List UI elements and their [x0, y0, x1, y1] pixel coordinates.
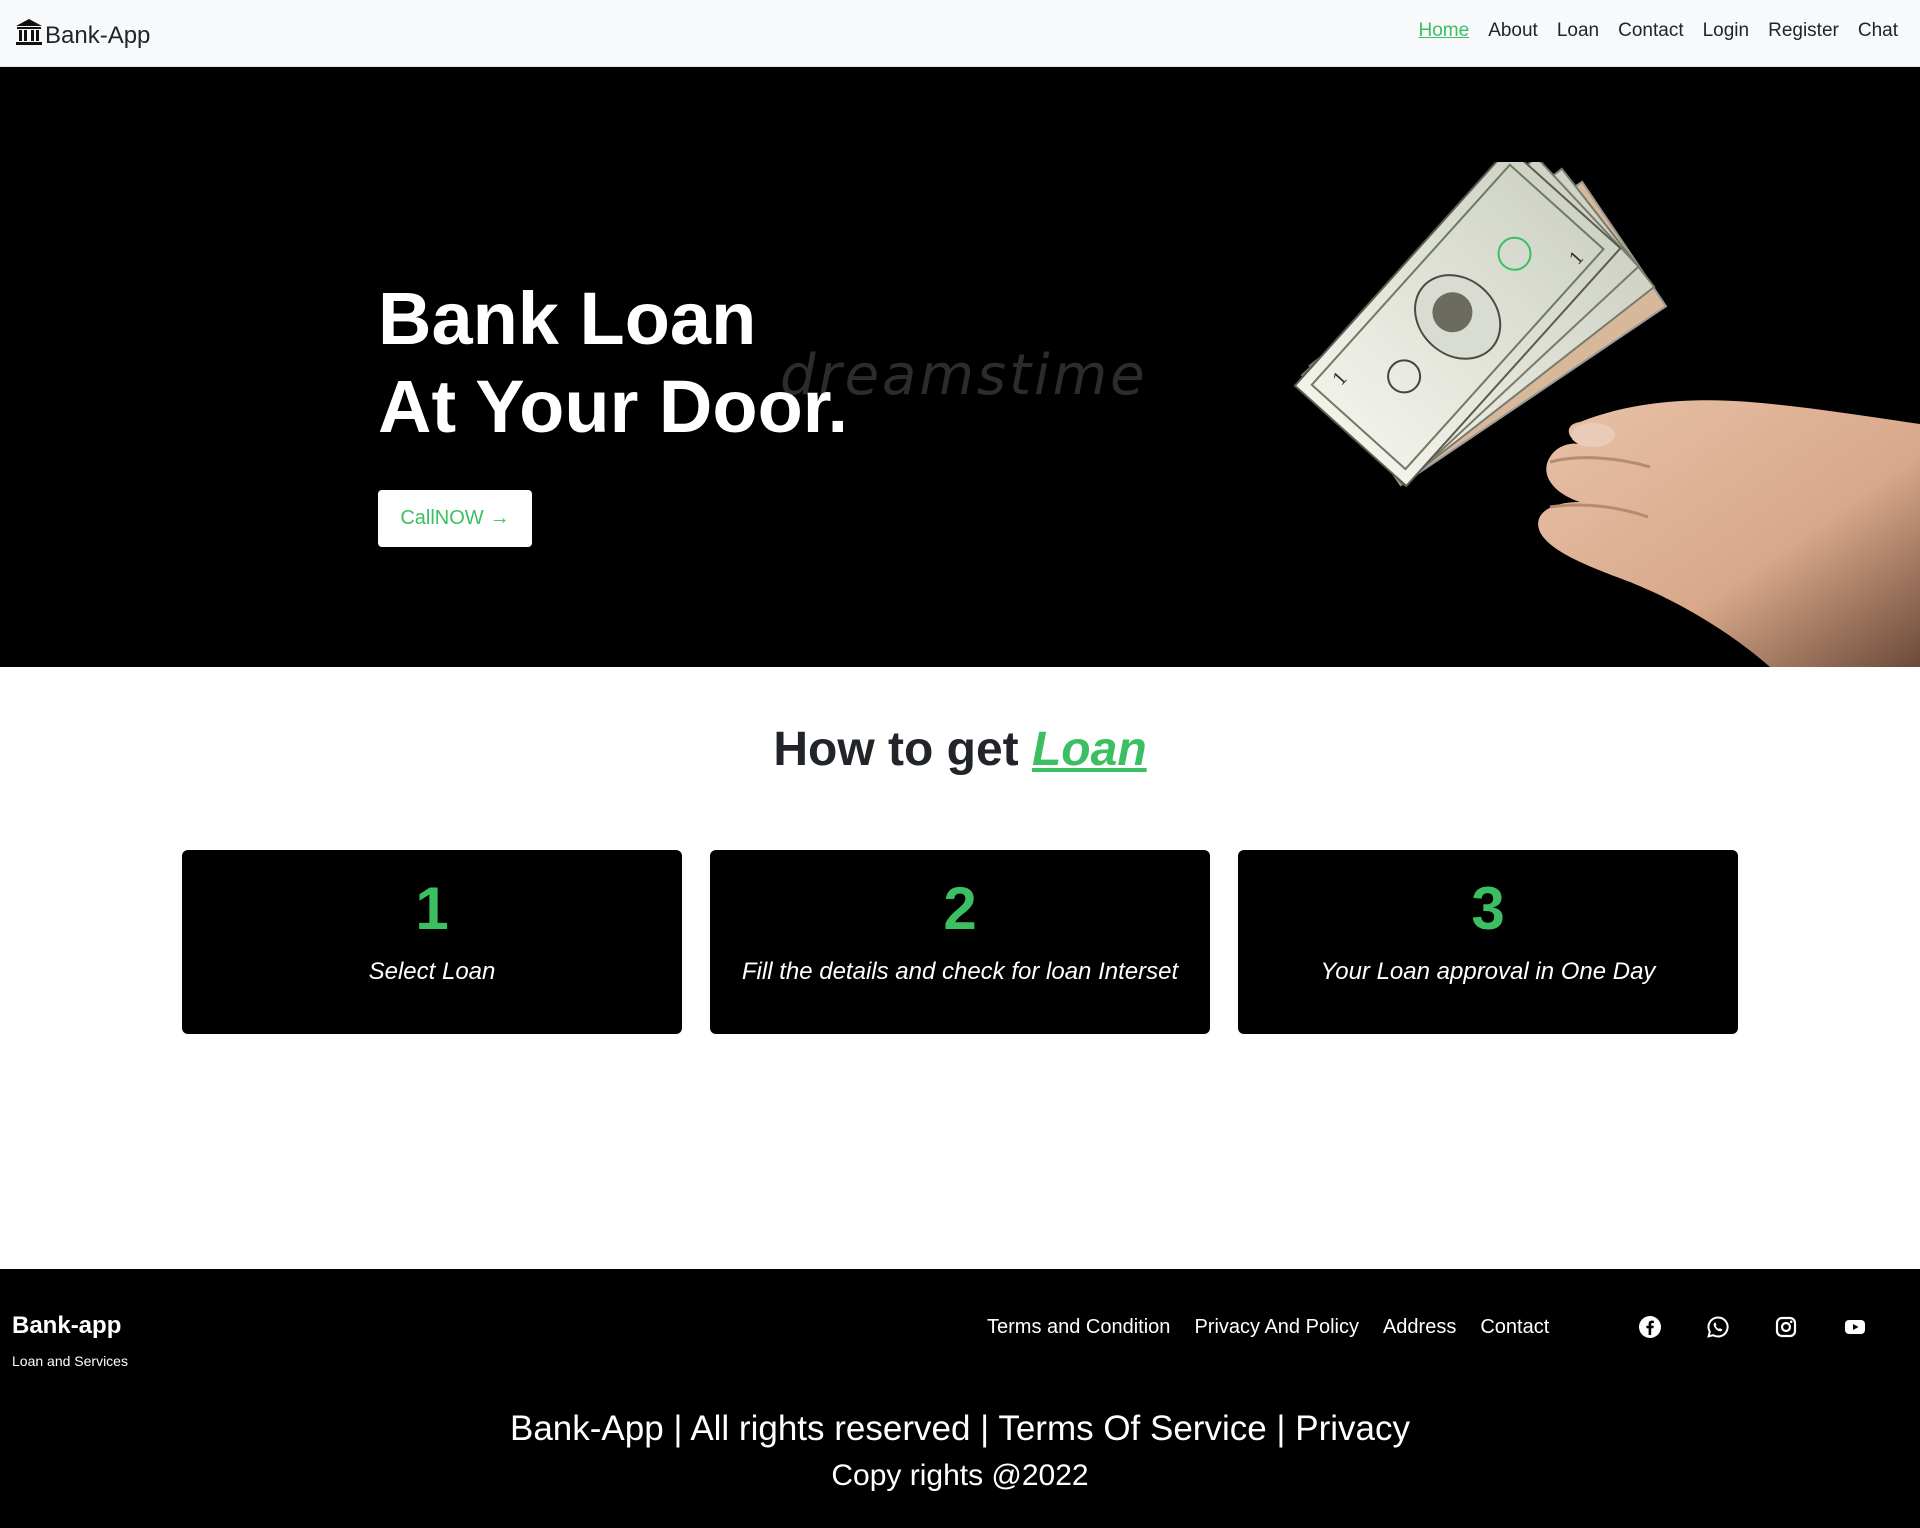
nav-loan[interactable]: Loan	[1557, 20, 1599, 42]
youtube-icon[interactable]	[1843, 1315, 1867, 1339]
nav-register[interactable]: Register	[1768, 20, 1839, 42]
footer-tagline: Loan and Services	[12, 1353, 128, 1369]
hero-banner: Bank Loan At Your Door. dreamstime CallN…	[0, 67, 1920, 667]
callnow-button[interactable]: CallNOW →	[378, 490, 532, 547]
how-title-accent: Loan	[1031, 723, 1147, 776]
watermark: dreamstime	[780, 343, 1148, 408]
nav-about[interactable]: About	[1488, 20, 1538, 42]
footer: Bank-app Loan and Services Terms and Con…	[0, 1269, 1920, 1528]
footer-link-terms[interactable]: Terms and Condition	[987, 1316, 1170, 1339]
brand-name: Bank-App	[45, 21, 151, 49]
arrow-right-icon: →	[489, 507, 510, 529]
callnow-label: CallNOW	[400, 507, 484, 529]
nav-links: Home About Loan Contact Login Register C…	[1400, 20, 1899, 42]
nav-home[interactable]: Home	[1419, 20, 1470, 42]
footer-link-address[interactable]: Address	[1383, 1316, 1456, 1339]
footer-link-contact[interactable]: Contact	[1480, 1316, 1549, 1339]
step-card-1: 1 Select Loan	[182, 850, 682, 1034]
footer-link-privacy[interactable]: Privacy And Policy	[1194, 1316, 1359, 1339]
nav-login[interactable]: Login	[1703, 20, 1750, 42]
step-card-2: 2 Fill the details and check for loan In…	[710, 850, 1210, 1034]
footer-brand: Bank-app	[12, 1312, 122, 1339]
nav-contact[interactable]: Contact	[1618, 20, 1683, 42]
navbar: Bank-App Home About Loan Contact Login R…	[0, 0, 1920, 67]
step-card-3: 3 Your Loan approval in One Day	[1238, 850, 1738, 1034]
step-number: 2	[943, 875, 977, 942]
copyright-line: Bank-App | All rights reserved | Terms O…	[510, 1409, 1410, 1448]
steps-row: 1 Select Loan 2 Fill the details and che…	[182, 850, 1738, 1034]
nav-chat[interactable]: Chat	[1858, 20, 1898, 42]
instagram-icon[interactable]	[1774, 1315, 1798, 1339]
bank-building-icon	[14, 17, 45, 54]
how-title-prefix: How to get	[773, 723, 1019, 776]
whatsapp-icon[interactable]	[1706, 1315, 1730, 1339]
copyright-year: Copy rights @2022	[831, 1459, 1089, 1492]
hero-title-line2: At Your Door.	[378, 365, 849, 448]
facebook-icon[interactable]	[1638, 1315, 1662, 1339]
step-text: Select Loan	[368, 958, 496, 985]
hand-holding-money-image: 1 1	[1293, 162, 1920, 667]
brand-link[interactable]: Bank-App	[14, 17, 150, 54]
footer-links: Terms and Condition Privacy And Policy A…	[987, 1316, 1573, 1339]
step-text: Your Loan approval in One Day	[1320, 958, 1656, 985]
step-text: Fill the details and check for loan Inte…	[741, 958, 1179, 985]
step-number: 1	[415, 875, 449, 942]
how-to-get-loan-heading: How to get Loan	[0, 722, 1920, 777]
hero-title-line1: Bank Loan	[378, 277, 757, 360]
hero-title: Bank Loan At Your Door.	[378, 275, 848, 451]
step-number: 3	[1471, 875, 1505, 942]
